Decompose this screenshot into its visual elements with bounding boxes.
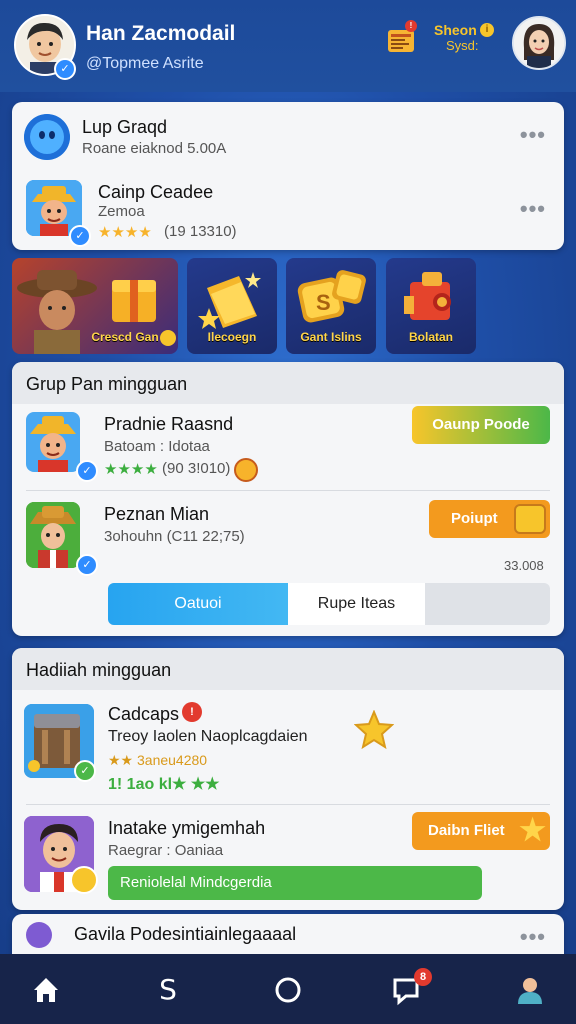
row-title: Peznan Mian	[104, 504, 210, 524]
user-handle: @Topmee Asrite	[86, 55, 204, 72]
gold-badge-icon	[514, 504, 546, 534]
reward-item-title: Cadcaps	[108, 704, 180, 724]
tab-inactive[interactable]: Rupe Iteas	[288, 583, 425, 625]
claim-button[interactable]: Daibn Fliet ★	[412, 812, 550, 850]
medal-icon	[234, 458, 258, 482]
verified-badge-icon: ✓	[69, 225, 91, 247]
chat-badge: 8	[414, 968, 432, 986]
star-rating: ★★★★	[104, 461, 158, 478]
shop-button[interactable]: Sheon Sysd: i	[434, 22, 502, 62]
bottom-nav: S 8	[0, 954, 576, 1024]
profile-header: ✓ Han Zacmodail @Topmee Asrite ! Sheon S…	[0, 0, 576, 92]
trophy-icon[interactable]	[26, 922, 52, 948]
row-subtitle: 3ohouhn (C11 22;75)	[104, 528, 245, 545]
store-icon[interactable]: S	[148, 970, 188, 1010]
reward-item-meta: ★★ 3aneu4280	[108, 752, 208, 768]
next-card-title: Gavila Podesintiainlegaaaal	[74, 924, 297, 944]
row-title: Pradnie Raasnd	[104, 414, 234, 434]
reward-header: Hadiiah mingguan	[12, 648, 564, 690]
news-badge: !	[405, 20, 417, 32]
group-title: Grup Pan mingguan	[26, 374, 188, 394]
count-label: 33.008	[504, 558, 544, 573]
reward-item-desc: Treoy Iaolen Naoplcagdaien	[108, 728, 308, 745]
user-name: Han Zacmodail	[86, 22, 236, 45]
star-rating: ★★★★	[98, 224, 152, 241]
more-options-icon[interactable]: •••	[520, 122, 546, 148]
reward-item-stars: 1! 1ao kl★ ★★	[108, 776, 220, 793]
promo-tile-crescd[interactable]: Crescd Gan	[12, 258, 178, 354]
svg-text:S: S	[316, 290, 331, 315]
tile-label: Gant Islins	[300, 330, 362, 344]
item-subtitle: Roane eiaknod 5.00A	[82, 140, 227, 157]
coin-badge-icon	[70, 866, 98, 894]
group-join-button[interactable]: Oaunp Poode	[412, 406, 550, 444]
friend-avatar[interactable]	[512, 16, 566, 70]
check-badge-icon: ✓	[74, 760, 96, 782]
star-icon[interactable]	[353, 709, 395, 750]
tile-label: Ilecoegn	[207, 330, 257, 344]
item-subtitle: Zemoa	[98, 203, 145, 220]
group-header: Grup Pan mingguan	[12, 362, 564, 404]
more-options-icon[interactable]: •••	[520, 924, 546, 950]
button-label: Poiupt	[451, 510, 498, 527]
promo-tile-gant[interactable]: S Gant Islins	[286, 258, 376, 354]
tab-active[interactable]: Oatuoi	[108, 583, 288, 625]
player-thumbnail[interactable]	[26, 502, 80, 568]
row-divider	[26, 490, 550, 491]
shop-sublabel: Sysd:	[446, 38, 479, 53]
recent-card: Lup Graqd Roane eiaknod 5.00A ••• ✓ Cain…	[12, 102, 564, 250]
circle-icon[interactable]	[268, 970, 308, 1010]
tile-label: Crescd Gan	[91, 330, 159, 344]
promo-tile-bolatan[interactable]: Bolatan	[386, 258, 476, 354]
tile-label: Bolatan	[408, 330, 453, 344]
rating-count: (19 13310)	[164, 223, 237, 240]
segmented-control: Oatuoi Rupe Iteas	[108, 583, 550, 625]
verified-badge-icon: ✓	[54, 58, 76, 80]
verified-badge-icon: ✓	[76, 554, 98, 576]
promo-tile-ilecoegn[interactable]: Ilecoegn	[187, 258, 277, 354]
button-label: Daibn Fliet	[428, 822, 505, 839]
rating-count: (90 3!010)	[162, 460, 231, 477]
group-card: Grup Pan mingguan ✓ Pradnie Raasnd Batoa…	[12, 362, 564, 636]
verified-badge-icon: ✓	[76, 460, 98, 482]
reward-title: Hadiiah mingguan	[26, 660, 172, 680]
item-title: Cainp Ceadee	[98, 182, 214, 202]
reward-item-title: Inatake ymigemhah	[108, 818, 266, 838]
row-subtitle: Batoam : Idotaa	[104, 438, 210, 455]
more-options-icon[interactable]: •••	[520, 196, 546, 222]
reward-card: Hadiiah mingguan ✓ Cadcaps ! Treoy Iaole…	[12, 648, 564, 910]
blue-mascot-icon[interactable]	[24, 114, 70, 160]
home-icon[interactable]	[26, 970, 66, 1010]
group-action-button[interactable]: Poiupt	[429, 500, 550, 538]
alert-badge-icon: !	[182, 702, 202, 722]
game-thumbnail[interactable]	[26, 412, 80, 472]
profile-icon[interactable]	[510, 970, 550, 1010]
row-divider	[26, 804, 550, 805]
item-title: Lup Graqd	[82, 117, 168, 137]
progress-button[interactable]: Reniolelal Mindcgerdia	[108, 866, 482, 900]
coin-icon: i	[480, 23, 494, 37]
reward-item-subtitle: Raegrar : Oaniaa	[108, 842, 224, 859]
star-icon: ★	[519, 814, 546, 847]
